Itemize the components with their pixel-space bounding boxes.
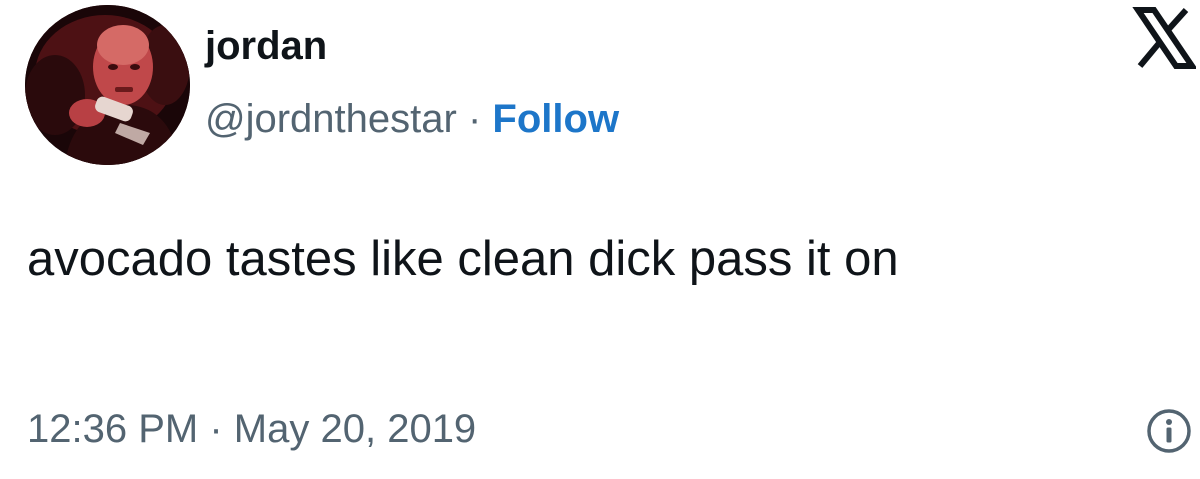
meta-separator-dot: · xyxy=(209,407,223,451)
tweet-date: May 20, 2019 xyxy=(233,407,477,451)
avatar[interactable] xyxy=(25,5,190,165)
tweet-time: 12:36 PM xyxy=(27,407,199,451)
x-logo-icon[interactable] xyxy=(1132,6,1196,70)
avatar-image xyxy=(25,5,190,165)
tweet-timestamp[interactable]: 12:36 PM · May 20, 2019 xyxy=(27,404,476,454)
user-handle[interactable]: @jordnthestar xyxy=(205,97,457,141)
tweet-text: avocado tastes like clean dick pass it o… xyxy=(27,232,899,286)
info-icon[interactable] xyxy=(1146,408,1192,454)
follow-button[interactable]: Follow xyxy=(492,97,619,141)
display-name[interactable]: jordan xyxy=(205,22,327,70)
handle-row: @jordnthestar · Follow xyxy=(205,94,619,144)
separator-dot: · xyxy=(467,97,482,141)
